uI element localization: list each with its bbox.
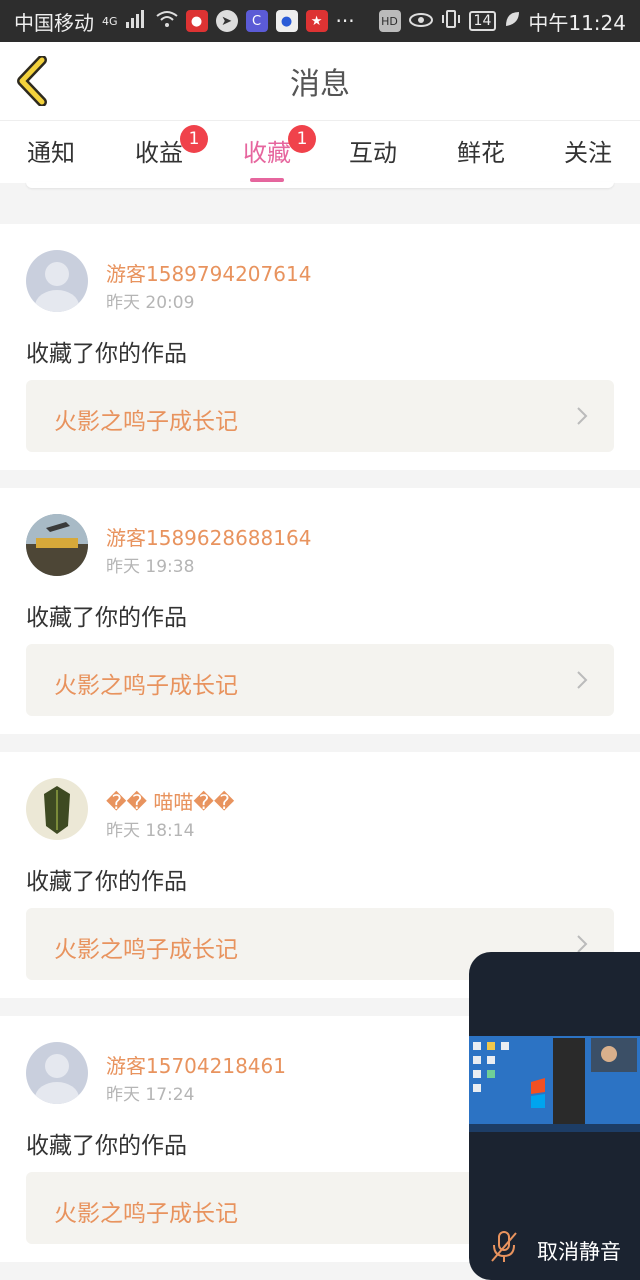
app-header: 消息 bbox=[0, 42, 640, 120]
screen-share-window[interactable]: 取消静音 bbox=[469, 952, 640, 1280]
tab-flowers[interactable]: 鲜花 bbox=[436, 133, 526, 168]
tab-label: 鲜花 bbox=[457, 139, 505, 167]
action-text: 收藏了你的作品 bbox=[26, 341, 187, 367]
tab-interactions[interactable]: 互动 bbox=[328, 133, 418, 168]
action-text: 收藏了你的作品 bbox=[26, 1133, 187, 1159]
unmute-button[interactable]: 取消静音 bbox=[537, 1236, 621, 1266]
signal-icon bbox=[125, 9, 148, 33]
timestamp: 昨天 19:38 bbox=[106, 557, 195, 577]
work-title: 火影之鸣子成长记 bbox=[54, 937, 238, 963]
battery-icon: 14 bbox=[468, 11, 497, 31]
timestamp: 昨天 17:24 bbox=[106, 1085, 195, 1105]
flag-app-icon: ★ bbox=[305, 10, 328, 32]
tab-label: 互动 bbox=[349, 139, 397, 167]
divider bbox=[26, 182, 614, 188]
leaf-icon bbox=[504, 9, 520, 33]
network-label: 4G bbox=[102, 14, 118, 28]
more-indicator: ··· bbox=[335, 9, 355, 33]
screen-preview bbox=[469, 1036, 640, 1132]
hd-icon: HD bbox=[378, 10, 401, 32]
work-title: 火影之鸣子成长记 bbox=[54, 409, 238, 435]
action-text: 收藏了你的作品 bbox=[26, 869, 187, 895]
location-app-icon: ➤ bbox=[215, 10, 238, 32]
clock: 中午11:24 bbox=[528, 10, 626, 35]
username[interactable]: 游客1589628688164 bbox=[106, 522, 311, 551]
username[interactable]: �� 喵喵�� bbox=[106, 786, 234, 815]
default-avatar-icon bbox=[35, 262, 79, 312]
user-avatar[interactable] bbox=[26, 778, 88, 840]
unread-badge: 1 bbox=[180, 125, 208, 153]
chevron-right-icon bbox=[577, 935, 588, 953]
username[interactable]: 游客1589794207614 bbox=[106, 258, 311, 287]
page-title: 消息 bbox=[290, 67, 350, 102]
game-avatar-icon bbox=[26, 514, 88, 576]
mic-app-icon: ● bbox=[185, 10, 208, 32]
status-left: 中国移动 4G ● ➤ C ● ★ ··· bbox=[14, 7, 355, 36]
work-title: 火影之鸣子成长记 bbox=[54, 673, 238, 699]
unread-badge: 1 bbox=[288, 125, 316, 153]
user-avatar[interactable] bbox=[26, 514, 88, 576]
vibrate-icon bbox=[441, 9, 461, 34]
tab-notifications[interactable]: 通知 bbox=[6, 133, 96, 168]
tab-label: 收藏 bbox=[243, 139, 291, 167]
status-right: HD 14 中午11:24 bbox=[378, 7, 626, 36]
tab-label: 通知 bbox=[27, 139, 75, 167]
tab-label: 收益 bbox=[135, 139, 183, 167]
username[interactable]: 游客15704218461 bbox=[106, 1050, 286, 1079]
chevron-right-icon bbox=[577, 671, 588, 689]
timestamp: 昨天 20:09 bbox=[106, 293, 195, 313]
wifi-icon bbox=[155, 9, 178, 33]
user-avatar[interactable] bbox=[26, 250, 88, 312]
status-bar: 中国移动 4G ● ➤ C ● ★ ··· HD 14 中午11:24 bbox=[0, 0, 640, 42]
work-title: 火影之鸣子成长记 bbox=[54, 1201, 238, 1227]
timestamp: 昨天 18:14 bbox=[106, 821, 195, 841]
favorite-item: 游客1589628688164 昨天 19:38 收藏了你的作品 火影之鸣子成长… bbox=[0, 488, 640, 734]
leaf-avatar-icon bbox=[44, 786, 70, 834]
default-avatar-icon bbox=[35, 1054, 79, 1104]
favorite-item: 游客1589794207614 昨天 20:09 收藏了你的作品 火影之鸣子成长… bbox=[0, 224, 640, 470]
tab-bar: 通知 收益 1 收藏 1 互动 鲜花 关注 bbox=[0, 120, 640, 183]
carrier-label: 中国移动 bbox=[14, 10, 94, 35]
user-avatar[interactable] bbox=[26, 1042, 88, 1104]
tab-label: 关注 bbox=[564, 139, 612, 167]
battery-level: 14 bbox=[473, 13, 492, 29]
baidu-app-icon: ● bbox=[275, 10, 298, 32]
work-link[interactable]: 火影之鸣子成长记 bbox=[26, 644, 614, 716]
chevron-right-icon bbox=[577, 407, 588, 425]
desktop-preview-icon bbox=[469, 1036, 640, 1132]
c-app-icon: C bbox=[245, 10, 268, 32]
back-arrow-icon bbox=[17, 55, 47, 107]
work-link[interactable]: 火影之鸣子成长记 bbox=[26, 380, 614, 452]
tab-earnings[interactable]: 收益 1 bbox=[114, 125, 208, 168]
action-text: 收藏了你的作品 bbox=[26, 605, 187, 631]
tab-favorites[interactable]: 收藏 1 bbox=[222, 125, 316, 182]
tab-following[interactable]: 关注 bbox=[543, 133, 633, 168]
back-button[interactable] bbox=[14, 55, 54, 107]
eye-icon bbox=[408, 9, 433, 33]
mic-muted-icon[interactable] bbox=[489, 1230, 519, 1264]
